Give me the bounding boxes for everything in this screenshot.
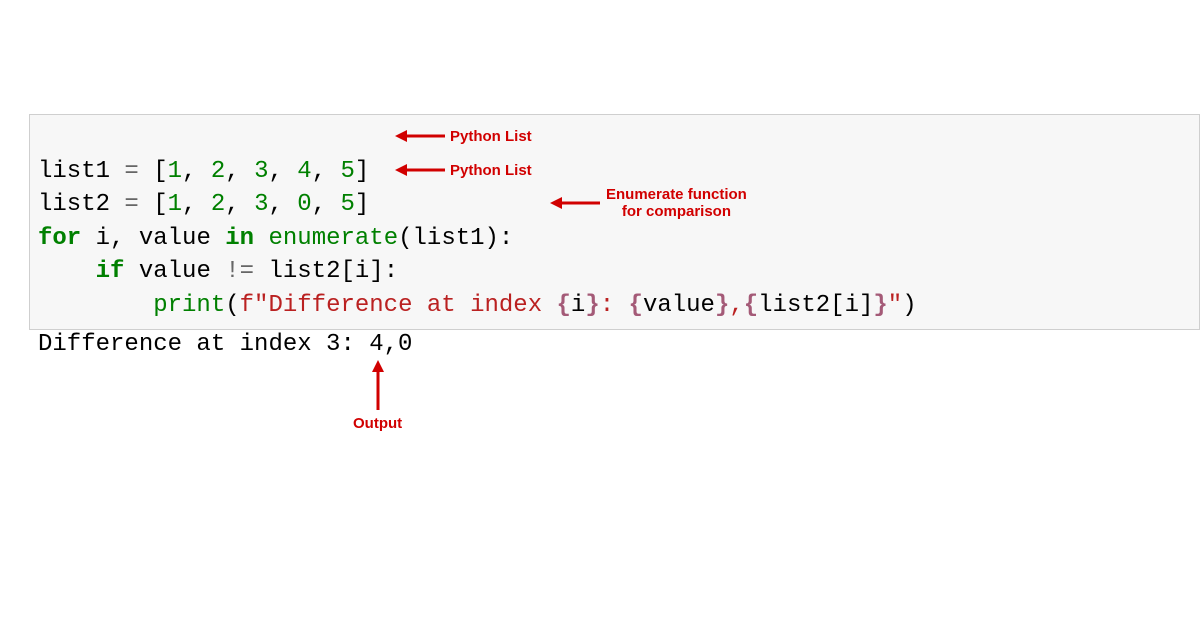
space bbox=[254, 225, 268, 252]
indent bbox=[38, 258, 96, 285]
space bbox=[124, 258, 138, 285]
arrow-left-icon bbox=[550, 195, 600, 211]
code-line-5: print(f"Difference at index {i}: {value}… bbox=[38, 292, 917, 319]
str-literal: : bbox=[600, 292, 629, 319]
neq-op: != bbox=[225, 258, 254, 285]
paren-open: ( bbox=[398, 225, 412, 252]
interp-close: } bbox=[585, 292, 599, 319]
var-i: i bbox=[355, 258, 369, 285]
bracket-open: [ bbox=[340, 258, 354, 285]
interp-list2i: list2[i] bbox=[758, 292, 873, 319]
paren-open: ( bbox=[225, 292, 239, 319]
annotation-output: Output bbox=[353, 415, 402, 432]
str-literal: Difference at index bbox=[268, 292, 556, 319]
arrow-up-icon bbox=[370, 360, 386, 410]
paren-close: ) bbox=[902, 292, 916, 319]
code-line-3: for i, value in enumerate(list1): bbox=[38, 225, 513, 252]
var-list2: list2 bbox=[268, 258, 340, 285]
space bbox=[211, 225, 225, 252]
var-list1: list1 bbox=[38, 158, 110, 185]
comma: , bbox=[268, 158, 297, 185]
interp-close: } bbox=[873, 292, 887, 319]
num: 1 bbox=[168, 158, 182, 185]
num: 3 bbox=[254, 191, 268, 218]
num: 5 bbox=[341, 191, 355, 218]
bracket-open: [ bbox=[153, 158, 167, 185]
space bbox=[254, 258, 268, 285]
comma: , bbox=[110, 225, 139, 252]
fn-enumerate: enumerate bbox=[268, 225, 398, 252]
keyword-if: if bbox=[96, 258, 125, 285]
comma: , bbox=[312, 158, 341, 185]
arrow-left-icon bbox=[395, 128, 445, 144]
interp-open: { bbox=[744, 292, 758, 319]
bracket-close: ] bbox=[355, 158, 369, 185]
annotation-python-list-2: Python List bbox=[450, 162, 532, 179]
code-block: list1 = [1, 2, 3, 4, 5] list2 = [1, 2, 3… bbox=[29, 114, 1200, 330]
var-i: i bbox=[96, 225, 110, 252]
equals-op: = bbox=[110, 158, 153, 185]
comma: , bbox=[225, 158, 254, 185]
code-line-4: if value != list2[i]: bbox=[38, 258, 398, 285]
interp-i: i bbox=[571, 292, 585, 319]
code-line-2: list2 = [1, 2, 3, 0, 5] bbox=[38, 191, 369, 218]
num: 5 bbox=[341, 158, 355, 185]
bracket-open: [ bbox=[153, 191, 167, 218]
interp-open: { bbox=[557, 292, 571, 319]
num: 1 bbox=[168, 191, 182, 218]
fstring-prefix: f" bbox=[240, 292, 269, 319]
num: 3 bbox=[254, 158, 268, 185]
annotation-enumerate-line1: Enumerate function bbox=[606, 186, 747, 203]
code-line-1: list1 = [1, 2, 3, 4, 5] bbox=[38, 158, 369, 185]
paren-close: ): bbox=[485, 225, 514, 252]
bracket-close: ]: bbox=[369, 258, 398, 285]
comma: , bbox=[312, 191, 341, 218]
output-text: Difference at index 3: 4,0 bbox=[38, 328, 412, 362]
keyword-in: in bbox=[225, 225, 254, 252]
comma: , bbox=[182, 191, 211, 218]
equals-op: = bbox=[110, 191, 153, 218]
num: 2 bbox=[211, 191, 225, 218]
num: 2 bbox=[211, 158, 225, 185]
space bbox=[81, 225, 95, 252]
interp-close: } bbox=[715, 292, 729, 319]
var-list2: list2 bbox=[38, 191, 110, 218]
keyword-for: for bbox=[38, 225, 81, 252]
space bbox=[211, 258, 225, 285]
comma: , bbox=[225, 191, 254, 218]
str-endquote: " bbox=[888, 292, 902, 319]
annotation-enumerate: Enumerate function for comparison bbox=[606, 186, 747, 221]
arrow-left-icon bbox=[395, 162, 445, 178]
num: 0 bbox=[297, 191, 311, 218]
annotation-enumerate-line2: for comparison bbox=[606, 203, 747, 220]
interp-open: { bbox=[629, 292, 643, 319]
indent bbox=[38, 292, 153, 319]
var-value: value bbox=[139, 225, 211, 252]
bracket-close: ] bbox=[355, 191, 369, 218]
annotation-python-list-1: Python List bbox=[450, 128, 532, 145]
str-literal: , bbox=[729, 292, 743, 319]
num: 4 bbox=[297, 158, 311, 185]
arg-list1: list1 bbox=[413, 225, 485, 252]
var-value: value bbox=[139, 258, 211, 285]
interp-value: value bbox=[643, 292, 715, 319]
comma: , bbox=[182, 158, 211, 185]
comma: , bbox=[268, 191, 297, 218]
fn-print: print bbox=[153, 292, 225, 319]
